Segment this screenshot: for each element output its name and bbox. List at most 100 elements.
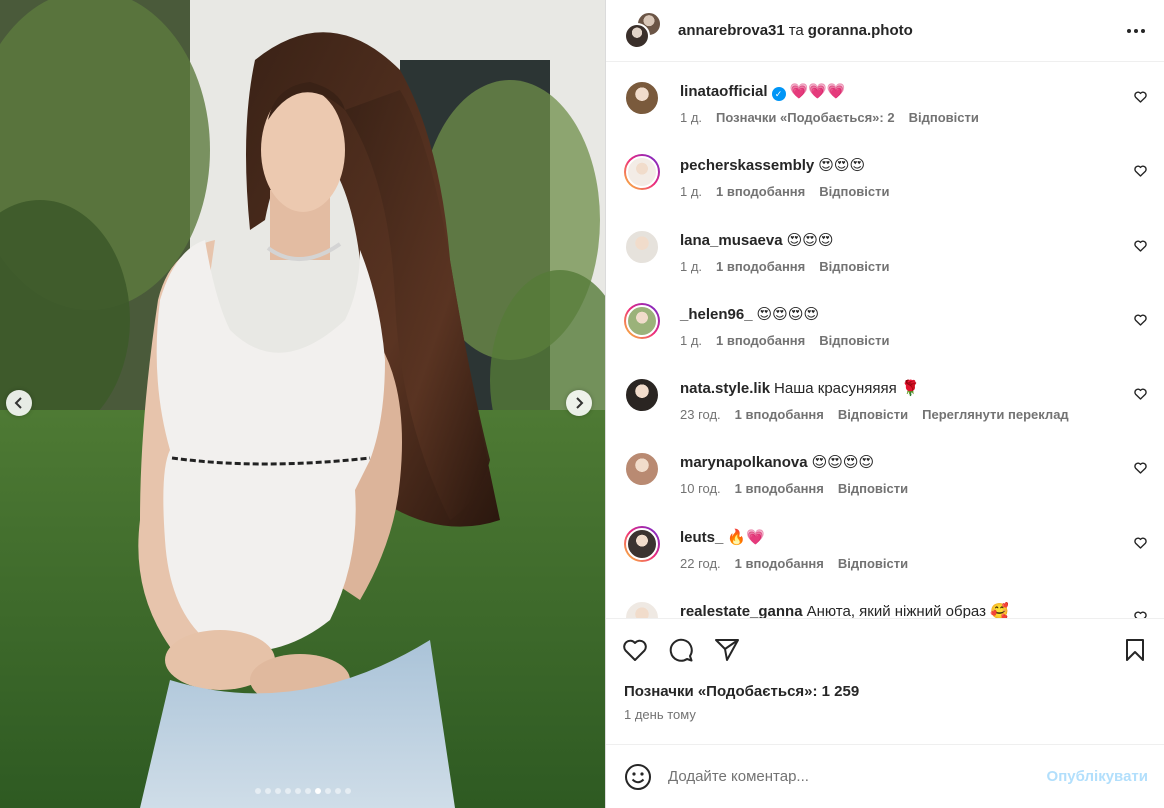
heart-outline-icon — [623, 639, 647, 661]
author-separator: та — [788, 22, 804, 39]
avatar-image — [624, 451, 660, 488]
avatar[interactable] — [624, 525, 660, 562]
comment-body: realestate_ganna Анюта, який ніжний образ… — [680, 600, 1146, 618]
avatar[interactable] — [624, 154, 660, 191]
post-media — [0, 0, 605, 808]
comment-meta: 10 год. 1 вподобання Відповісти — [680, 481, 1146, 496]
comment-line: lana_musaeva 😍😍😍 — [680, 229, 1146, 251]
reply-button[interactable]: Відповісти — [819, 184, 889, 199]
avatar[interactable] — [624, 600, 660, 618]
collaborator-username[interactable]: goranna.photo — [808, 22, 913, 39]
comment-body: _helen96_ 😍😍😍😍 1 д. 1 вподобання Відповісти — [680, 303, 1146, 377]
carousel-dot — [334, 788, 341, 794]
heart-outline-icon — [1134, 388, 1147, 400]
comment-likes[interactable]: 1 вподобання — [716, 259, 805, 274]
carousel-prev-button[interactable] — [6, 390, 32, 416]
comment-text: Наша красуняяяя 🌹 — [774, 380, 920, 398]
comment-text: 😍😍😍 — [786, 231, 834, 249]
comment-like-button[interactable] — [1134, 387, 1148, 401]
comment-time: 1 д. — [680, 110, 703, 125]
chevron-right-icon — [576, 397, 584, 409]
comment-likes[interactable]: 1 вподобання — [735, 481, 824, 496]
comment-item: lana_musaeva 😍😍😍 1 д. 1 вподобання Відповіст… — [606, 228, 1164, 303]
post-dialog: annarebrova31 та goranna.photo linataoffic… — [0, 0, 1164, 808]
comment-username[interactable]: marynapolkanova — [680, 454, 808, 471]
comment-line: linataofficial ✓ 💗💗💗 — [680, 80, 1146, 102]
comment-line: leuts_ 🔥💗 — [680, 526, 1146, 548]
save-button[interactable] — [1122, 637, 1148, 663]
comment-username[interactable]: linataofficial — [680, 83, 768, 100]
heart-outline-icon — [1134, 314, 1147, 326]
likes-count[interactable]: Позначки «Подобається»: 1 259 — [606, 680, 1164, 704]
comment-likes[interactable]: 1 вподобання — [735, 556, 824, 571]
author-username[interactable]: annarebrova31 — [678, 22, 785, 39]
comment-like-button[interactable] — [1134, 313, 1148, 327]
carousel-dot — [254, 788, 261, 794]
avatar[interactable] — [624, 451, 660, 488]
post-comment-button[interactable]: Опублікувати — [1047, 768, 1148, 785]
reply-button[interactable]: Відповісти — [909, 110, 979, 125]
comment-meta: 1 д. Позначки «Подобається»: 2 Відповісти — [680, 110, 1146, 125]
comment-text: 😍😍😍😍 — [756, 305, 820, 323]
comment-like-button[interactable] — [1134, 90, 1148, 104]
post-photo — [0, 0, 605, 808]
smiley-icon[interactable] — [624, 763, 652, 791]
comment-meta: 22 год. 1 вподобання Відповісти — [680, 556, 1146, 571]
comment-likes[interactable]: 1 вподобання — [716, 333, 805, 348]
reply-button[interactable]: Відповісти — [838, 407, 908, 422]
heart-outline-icon — [1134, 537, 1147, 549]
comment-like-button[interactable] — [1134, 461, 1148, 475]
comments-list[interactable]: linataofficial ✓ 💗💗💗 1 д. Позначки «Подобаєт… — [606, 62, 1164, 618]
more-options-button[interactable] — [1124, 19, 1148, 43]
avatar-image — [626, 156, 658, 189]
avatar[interactable] — [624, 377, 660, 414]
collab-avatars[interactable] — [624, 10, 664, 51]
comment-username[interactable]: nata.style.lik — [680, 380, 770, 397]
reply-button[interactable]: Відповісти — [819, 333, 889, 348]
avatar-image — [626, 304, 658, 337]
heart-outline-icon — [1134, 165, 1147, 177]
comment-text: 💗💗💗 — [789, 83, 846, 100]
comment-body: leuts_ 🔥💗 22 год. 1 вподобання Відповісти — [680, 526, 1146, 600]
avatar[interactable] — [624, 80, 660, 116]
comment-like-button[interactable] — [1134, 164, 1148, 178]
share-button[interactable] — [714, 637, 740, 663]
post-header: annarebrova31 та goranna.photo — [606, 0, 1164, 62]
action-bar — [606, 618, 1164, 680]
comment-like-button[interactable] — [1134, 610, 1148, 618]
carousel-dot — [344, 788, 351, 794]
comment-likes[interactable]: 1 вподобання — [716, 184, 805, 199]
comment-button[interactable] — [668, 637, 694, 663]
comment-username[interactable]: pecherskassembly — [680, 157, 814, 174]
post-timestamp[interactable]: 1 день тому — [606, 704, 1164, 730]
comment-username[interactable]: realestate_ganna — [680, 603, 803, 618]
reply-button[interactable]: Відповісти — [838, 481, 908, 496]
carousel-dot — [324, 788, 331, 794]
avatar-image — [624, 80, 660, 116]
avatar-image — [624, 228, 660, 265]
comment-likes[interactable]: Позначки «Подобається»: 2 — [716, 110, 895, 125]
avatar-image — [624, 377, 660, 414]
comment-line: pecherskassembly 😍😍😍 — [680, 154, 1146, 176]
reply-button[interactable]: Відповісти — [819, 259, 889, 274]
carousel-next-button[interactable] — [566, 390, 592, 416]
heart-outline-icon — [1134, 611, 1147, 618]
comment-like-button[interactable] — [1134, 239, 1148, 253]
comment-body: pecherskassembly 😍😍😍 1 д. 1 вподобання Відпо… — [680, 154, 1146, 228]
avatar — [624, 22, 650, 49]
comment-username[interactable]: _helen96_ — [680, 306, 753, 323]
comment-username[interactable]: leuts_ — [680, 529, 723, 546]
reply-button[interactable]: Відповісти — [838, 556, 908, 571]
comment-username[interactable]: lana_musaeva — [680, 232, 783, 249]
comment-input[interactable] — [668, 768, 1047, 785]
comment-meta: 23 год. 1 вподобання Відповісти Переглянути… — [680, 407, 1146, 422]
like-button[interactable] — [622, 637, 648, 663]
carousel-dot — [314, 788, 321, 794]
comment-likes[interactable]: 1 вподобання — [735, 407, 824, 422]
avatar[interactable] — [624, 302, 660, 339]
comment-item: marynapolkanova 😍😍😍😍 10 год. 1 вподобання Ві… — [606, 451, 1164, 525]
comment-like-button[interactable] — [1134, 536, 1148, 550]
avatar[interactable] — [624, 228, 660, 265]
translate-button[interactable]: Переглянути переклад — [922, 407, 1069, 422]
comment-time: 23 год. — [680, 407, 721, 423]
